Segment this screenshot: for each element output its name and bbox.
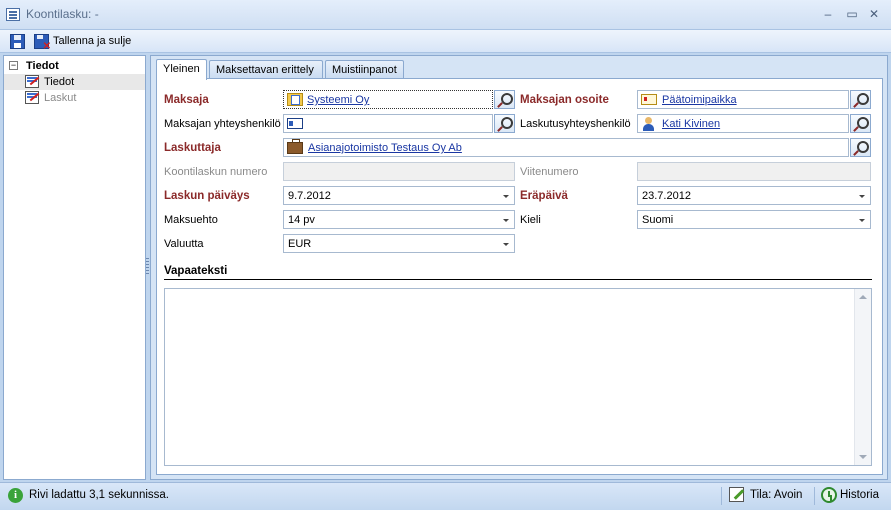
maksuehto-select[interactable]: 14 pv (283, 210, 515, 229)
info-icon: i (8, 488, 23, 503)
invoice-icon (25, 75, 39, 88)
laskuttaja-search-icon[interactable] (850, 138, 871, 157)
erapaiva-field[interactable]: 23.7.2012 (637, 186, 871, 205)
maksajan-osoite-search-icon[interactable] (850, 90, 871, 109)
laskuttaja-label: Laskuttaja (164, 142, 221, 154)
minimize-button[interactable]: – (818, 5, 838, 23)
history-button[interactable]: Historia (840, 489, 879, 501)
koontilaskun-numero-label: Koontilaskun numero (164, 166, 268, 178)
scroll-down-icon[interactable] (859, 455, 867, 459)
kieli-label: Kieli (520, 214, 541, 226)
tree-item-label: Laskut (44, 92, 77, 104)
tree-item-laskut[interactable]: Laskut (4, 90, 145, 106)
tab-maksettavan-erittely[interactable]: Maksettavan erittely (209, 60, 323, 79)
section-divider (164, 279, 872, 280)
valuutta-label: Valuutta (164, 238, 204, 250)
tree-root[interactable]: − Tiedot (4, 58, 145, 74)
maksajan-osoite-label: Maksajan osoite (520, 94, 609, 106)
maksajan-osoite-field[interactable]: Päätoimipaikka (637, 90, 849, 109)
laskun-paivays-value: 9.7.2012 (288, 190, 331, 202)
tree-root-label: Tiedot (26, 60, 59, 72)
company-icon (287, 93, 303, 106)
laskutusyhteyshenkilo-field[interactable]: Kati Kivinen (637, 114, 849, 133)
vertical-scrollbar[interactable] (854, 289, 871, 465)
tab-muistiinpanot[interactable]: Muistiinpanot (325, 60, 404, 79)
history-icon[interactable] (821, 487, 837, 503)
navigation-tree: − Tiedot Tiedot Laskut (3, 55, 146, 480)
maksajan-yhteyshenkilo-label: Maksajan yhteyshenkilö (164, 118, 281, 130)
splitter-grip-icon[interactable] (146, 258, 149, 276)
dropdown-arrow-icon[interactable] (503, 195, 509, 198)
dropdown-arrow-icon[interactable] (859, 219, 865, 222)
address-icon (641, 94, 657, 105)
erapaiva-label: Eräpäivä (520, 190, 568, 202)
vapaateksti-textarea[interactable] (164, 288, 872, 466)
window-title: Koontilasku: - (26, 7, 99, 21)
kieli-select[interactable]: Suomi (637, 210, 871, 229)
maksaja-field[interactable]: Systeemi Oy (283, 90, 493, 109)
erapaiva-value: 23.7.2012 (642, 190, 691, 202)
toolbar: Tallenna ja sulje (0, 30, 891, 53)
kieli-value: Suomi (642, 214, 674, 226)
koontilaskun-numero-field (283, 162, 515, 181)
briefcase-icon (287, 139, 303, 154)
status-separator (814, 487, 815, 505)
valuutta-select[interactable]: EUR (283, 234, 515, 253)
maksuehto-value: 14 pv (288, 214, 315, 226)
dropdown-arrow-icon[interactable] (503, 243, 509, 246)
maximize-button[interactable]: ▭ (842, 5, 862, 23)
dropdown-arrow-icon[interactable] (503, 219, 509, 222)
dropdown-arrow-icon[interactable] (859, 195, 865, 198)
laskun-paivays-label: Laskun päiväys (164, 190, 250, 202)
laskutusyhteyshenkilo-label: Laskutusyhteyshenkilö (520, 118, 631, 130)
close-button[interactable]: ✕ (864, 5, 884, 23)
laskuttaja-field[interactable]: Asianajotoimisto Testaus Oy Ab (283, 138, 849, 157)
status-message: Rivi ladattu 3,1 sekunnissa. (29, 489, 169, 501)
laskutusyhteyshenkilo-value[interactable]: Kati Kivinen (662, 118, 720, 131)
save-icon[interactable] (10, 34, 25, 49)
state-button[interactable]: Tila: Avoin (750, 489, 802, 501)
status-separator (721, 487, 722, 505)
maksuehto-label: Maksuehto (164, 214, 218, 226)
maksajan-osoite-value[interactable]: Päätoimipaikka (662, 94, 737, 107)
tree-item-label: Tiedot (44, 76, 75, 88)
app-window-icon (6, 8, 20, 21)
valuutta-value: EUR (288, 238, 312, 250)
maksajan-yhteyshenkilo-search-icon[interactable] (494, 114, 515, 133)
save-close-icon[interactable] (34, 34, 51, 52)
invoice-icon (25, 91, 39, 104)
tree-item-tiedot[interactable]: Tiedot (4, 74, 145, 90)
collapse-icon[interactable]: − (9, 61, 18, 70)
person-icon (641, 117, 657, 131)
contact-card-icon (287, 118, 303, 129)
tab-yleinen[interactable]: Yleinen (156, 59, 207, 80)
laskutusyhteyshenkilo-search-icon[interactable] (850, 114, 871, 133)
maksaja-value[interactable]: Systeemi Oy (307, 94, 369, 107)
maksaja-search-icon[interactable] (494, 90, 515, 109)
status-bar: i Rivi ladattu 3,1 sekunnissa. Tila: Avo… (0, 482, 891, 510)
viitenumero-field (637, 162, 871, 181)
title-bar: Koontilasku: - – ▭ ✕ (0, 0, 891, 30)
laskun-paivays-field[interactable]: 9.7.2012 (283, 186, 515, 205)
maksaja-label: Maksaja (164, 94, 209, 106)
viitenumero-label: Viitenumero (520, 166, 579, 178)
laskuttaja-value[interactable]: Asianajotoimisto Testaus Oy Ab (308, 142, 462, 155)
maksajan-yhteyshenkilo-field[interactable] (283, 114, 493, 133)
scroll-up-icon[interactable] (859, 295, 867, 299)
save-close-button[interactable]: Tallenna ja sulje (53, 35, 131, 47)
state-edit-icon[interactable] (729, 487, 744, 502)
vapaateksti-heading: Vapaateksti (164, 265, 228, 277)
